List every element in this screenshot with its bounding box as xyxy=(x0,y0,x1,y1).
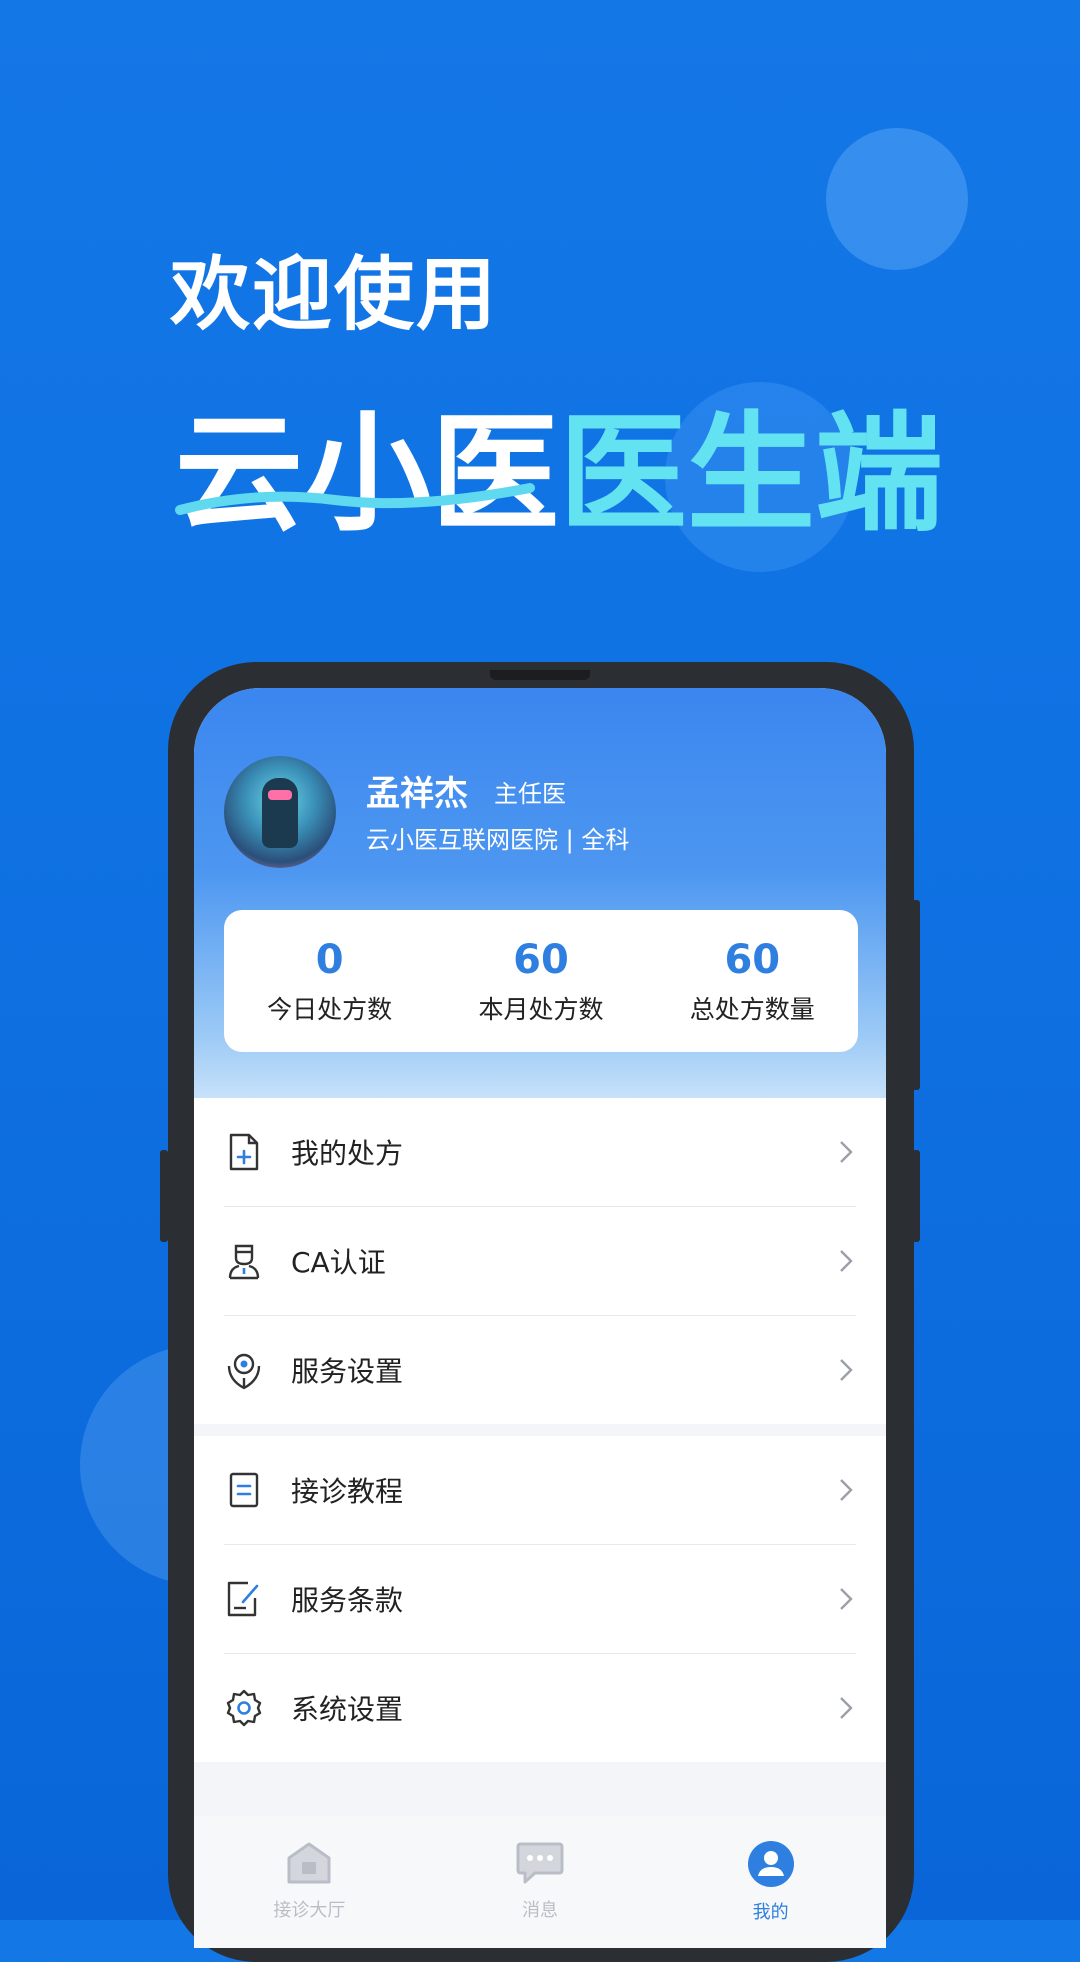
chevron-right-icon xyxy=(836,1246,856,1276)
hero-swoosh xyxy=(175,483,535,515)
hero-brand: 云小医医生端 xyxy=(175,370,943,555)
menu-item-my-prescriptions[interactable]: 我的处方 xyxy=(224,1098,856,1207)
menu-item-tutorial[interactable]: 接诊教程 xyxy=(224,1436,856,1545)
chevron-right-icon xyxy=(836,1584,856,1614)
tab-label: 接诊大厅 xyxy=(273,1900,346,1921)
tab-mine[interactable]: 我的 xyxy=(681,1816,861,1948)
avatar-figure xyxy=(262,778,298,848)
menu-item-label: 接诊教程 xyxy=(291,1475,404,1508)
menu-item-ca-auth[interactable]: CA认证 xyxy=(224,1207,856,1316)
chevron-right-icon xyxy=(836,1475,856,1505)
phone-side-button xyxy=(912,900,920,1090)
chevron-right-icon xyxy=(836,1693,856,1723)
hero-brand-suffix: 医生端 xyxy=(559,400,944,549)
tab-label: 消息 xyxy=(521,1900,558,1921)
document-icon xyxy=(224,1470,264,1510)
tab-messages[interactable]: 消息 xyxy=(450,1816,630,1948)
stat-value: 0 xyxy=(315,937,344,983)
menu-item-label: CA认证 xyxy=(291,1246,386,1279)
chevron-right-icon xyxy=(836,1355,856,1385)
phone-speaker xyxy=(490,670,590,680)
stat-total[interactable]: 60 总处方数量 xyxy=(652,936,852,1026)
chevron-right-icon xyxy=(836,1137,856,1167)
menu-item-label: 服务设置 xyxy=(291,1355,404,1388)
stat-today[interactable]: 0 今日处方数 xyxy=(230,936,430,1026)
bottom-tab-bar: 接诊大厅 消息 我的 xyxy=(194,1816,886,1948)
menu-item-system-settings[interactable]: 系统设置 xyxy=(224,1654,856,1762)
hero-welcome: 欢迎使用 xyxy=(170,248,498,341)
stat-label: 总处方数量 xyxy=(689,995,815,1024)
avatar[interactable] xyxy=(224,756,336,868)
stat-label: 本月处方数 xyxy=(478,995,604,1024)
home-icon xyxy=(285,1840,333,1890)
decor-bubble xyxy=(826,128,968,270)
chat-icon xyxy=(515,1840,565,1890)
stats-card: 0 今日处方数 60 本月处方数 60 总处方数量 xyxy=(224,910,858,1052)
stat-value: 60 xyxy=(513,937,569,983)
menu-item-label: 服务条款 xyxy=(291,1584,404,1617)
doctor-hospital: 云小医互联网医院 | 全科 xyxy=(366,826,630,854)
profile-header: 孟祥杰 主任医 云小医互联网医院 | 全科 0 今日处方数 60 本月处方数 6… xyxy=(194,688,886,1098)
menu-item-label: 系统设置 xyxy=(291,1693,404,1726)
doctor-name: 孟祥杰 xyxy=(366,774,468,814)
menu-item-service-settings[interactable]: 服务设置 xyxy=(224,1316,856,1424)
gear-icon xyxy=(224,1688,264,1728)
phone-side-button xyxy=(160,1150,168,1242)
stat-label: 今日处方数 xyxy=(267,995,393,1024)
menu-group-primary: 我的处方 CA认证 服务设置 xyxy=(194,1098,886,1424)
tab-reception-hall[interactable]: 接诊大厅 xyxy=(219,1816,399,1948)
menu-group-secondary: 接诊教程 服务条款 系统设置 xyxy=(194,1436,886,1762)
location-settings-icon xyxy=(224,1350,264,1390)
phone-side-button xyxy=(912,1150,920,1242)
tab-label: 我的 xyxy=(752,1902,789,1923)
stat-value: 60 xyxy=(724,937,781,983)
prescription-icon xyxy=(224,1132,264,1172)
stat-month[interactable]: 60 本月处方数 xyxy=(441,936,641,1026)
phone-screen: 孟祥杰 主任医 云小医互联网医院 | 全科 0 今日处方数 60 本月处方数 6… xyxy=(194,688,886,1948)
menu-item-terms[interactable]: 服务条款 xyxy=(224,1545,856,1654)
edit-document-icon xyxy=(224,1579,264,1619)
user-icon xyxy=(747,1840,795,1892)
avatar-visor xyxy=(268,790,292,800)
doctor-icon xyxy=(224,1241,264,1281)
menu-item-label: 我的处方 xyxy=(291,1137,404,1170)
doctor-title: 主任医 xyxy=(494,780,566,808)
